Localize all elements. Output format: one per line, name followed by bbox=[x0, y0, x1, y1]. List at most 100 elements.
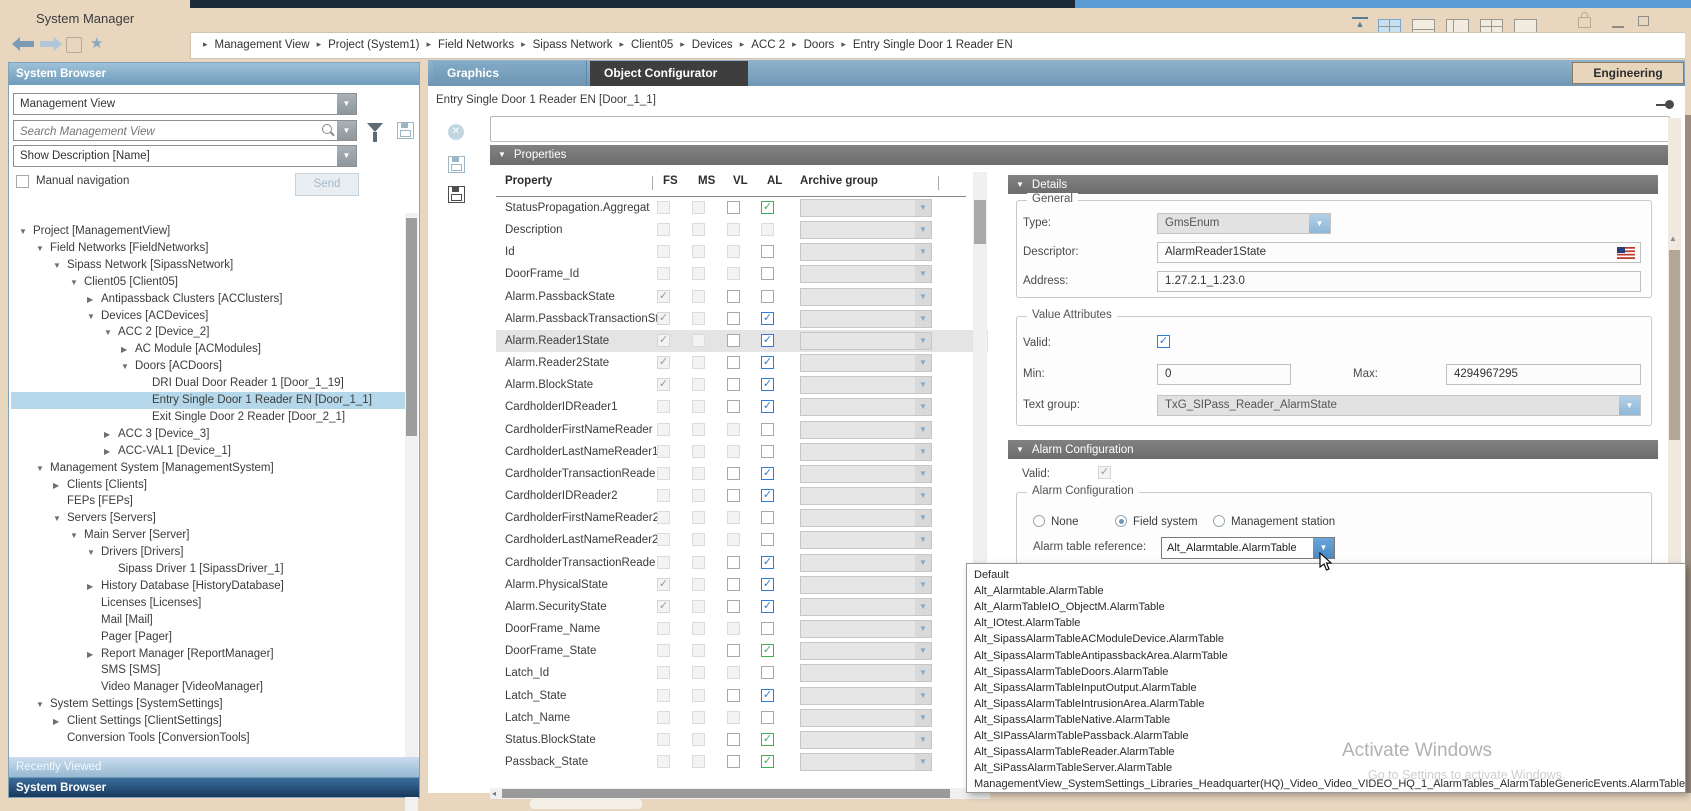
details-section-header[interactable]: ▼Details bbox=[1008, 175, 1658, 194]
history-icon[interactable] bbox=[66, 37, 82, 53]
dropdown-option[interactable]: Alt_IOtest.AlarmTable bbox=[967, 615, 1686, 631]
vl-checkbox[interactable] bbox=[727, 290, 740, 303]
breadcrumb-item[interactable]: Devices bbox=[692, 39, 733, 51]
dropdown-option[interactable]: Alt_AlarmTableIO_ObjectM.AlarmTable bbox=[967, 599, 1686, 615]
archive-group-combo[interactable]: ▼ bbox=[800, 598, 932, 616]
chevron-down-icon[interactable]: ▼ bbox=[337, 94, 356, 114]
archive-group-combo[interactable]: ▼ bbox=[800, 243, 932, 261]
chevron-down-icon[interactable]: ▼ bbox=[915, 444, 931, 460]
collapse-triangle-icon[interactable]: ▼ bbox=[104, 324, 118, 341]
dropdown-option[interactable]: Alt_SiPassAlarmTableServer.AlarmTable bbox=[967, 760, 1686, 776]
breadcrumb-item[interactable]: Client05 bbox=[631, 39, 673, 51]
tree-item[interactable]: ▶ACC-VAL1 [Device_1] bbox=[11, 443, 405, 460]
property-row[interactable]: Alarm.BlockState✓✓▼ bbox=[496, 374, 988, 396]
chevron-down-icon[interactable]: ▼ bbox=[915, 555, 931, 571]
chevron-down-icon[interactable]: ▼ bbox=[915, 710, 931, 726]
collapse-triangle-icon[interactable]: ▼ bbox=[70, 527, 84, 544]
expand-triangle-icon[interactable]: ▶ bbox=[104, 426, 118, 443]
max-input[interactable]: 4294967295 bbox=[1446, 364, 1641, 385]
breadcrumb-item[interactable]: Doors bbox=[804, 39, 835, 51]
property-row[interactable]: Alarm.Reader2State✓✓▼ bbox=[496, 352, 988, 374]
filter-toolbar[interactable] bbox=[490, 116, 1670, 142]
archive-group-combo[interactable]: ▼ bbox=[800, 221, 932, 239]
fs-checkbox[interactable]: ✓ bbox=[657, 312, 670, 325]
chevron-down-icon[interactable]: ▼ bbox=[915, 311, 931, 327]
expand-triangle-icon[interactable]: ▶ bbox=[53, 713, 67, 730]
alarm-configuration-section-header[interactable]: ▼Alarm Configuration bbox=[1008, 440, 1658, 459]
vl-checkbox[interactable] bbox=[727, 378, 740, 391]
archive-group-combo[interactable]: ▼ bbox=[800, 731, 932, 749]
chevron-down-icon[interactable]: ▼ bbox=[915, 266, 931, 282]
collapse-triangle-icon[interactable]: ▼ bbox=[70, 274, 84, 291]
property-row[interactable]: Passback_State✓▼ bbox=[496, 751, 988, 773]
vl-checkbox[interactable] bbox=[727, 755, 740, 768]
property-row[interactable]: DoorFrame_Name▼ bbox=[496, 618, 988, 640]
tree-item[interactable]: ▼Sipass Network [SipassNetwork] bbox=[11, 257, 405, 274]
alarm-table-reference-combo[interactable]: Alt_Alarmtable.AlarmTable ▼ bbox=[1161, 537, 1335, 559]
expand-triangle-icon[interactable]: ▶ bbox=[87, 291, 101, 308]
dropdown-option[interactable]: Alt_SipassAlarmTableNative.AlarmTable bbox=[967, 712, 1686, 728]
dropdown-option[interactable]: Alt_SIPassAlarmTablePassback.AlarmTable bbox=[967, 728, 1686, 744]
chevron-down-icon[interactable]: ▼ bbox=[1619, 396, 1640, 415]
property-row[interactable]: CardholderTransactionReade✓▼ bbox=[496, 552, 988, 574]
tree-item[interactable]: ▼Devices [ACDevices] bbox=[11, 308, 405, 325]
radio-button-icon[interactable] bbox=[1213, 515, 1225, 527]
tree-item[interactable]: ▼Management System [ManagementSystem] bbox=[11, 460, 405, 477]
fs-checkbox[interactable]: ✓ bbox=[657, 378, 670, 391]
archive-group-combo[interactable]: ▼ bbox=[800, 332, 932, 350]
chevron-down-icon[interactable]: ▼ bbox=[915, 222, 931, 238]
tree-item[interactable]: ▼Client05 [Client05] bbox=[11, 274, 405, 291]
vl-checkbox[interactable] bbox=[727, 556, 740, 569]
tree-item[interactable]: ▼Project [ManagementView] bbox=[11, 223, 405, 240]
al-checkbox[interactable]: ✓ bbox=[761, 334, 774, 347]
radio-none[interactable]: None bbox=[1033, 515, 1079, 528]
tree-item[interactable]: Mail [Mail] bbox=[11, 612, 405, 629]
alarm-valid-checkbox[interactable]: ✓ bbox=[1098, 466, 1111, 479]
property-row[interactable]: Alarm.PassbackTransactionSt✓✓▼ bbox=[496, 308, 988, 330]
property-row[interactable]: Alarm.PhysicalState✓✓▼ bbox=[496, 574, 988, 596]
property-row[interactable]: CardholderLastNameReader2▼ bbox=[496, 529, 988, 551]
al-checkbox[interactable]: ✓ bbox=[761, 600, 774, 613]
send-button[interactable]: Send bbox=[295, 173, 359, 196]
vl-checkbox[interactable] bbox=[727, 334, 740, 347]
dropdown-option[interactable]: Alt_Alarmtable.AlarmTable bbox=[967, 583, 1686, 599]
fs-checkbox[interactable]: ✓ bbox=[657, 600, 670, 613]
dropdown-option[interactable]: ManagementView_SystemSettings_Libraries_… bbox=[967, 776, 1686, 792]
col-fs[interactable]: FS bbox=[663, 175, 678, 187]
vl-checkbox[interactable] bbox=[727, 312, 740, 325]
dropdown-option[interactable]: Alt_SipassAlarmTableDoors.AlarmTable bbox=[967, 664, 1686, 680]
chevron-down-icon[interactable]: ▼ bbox=[915, 200, 931, 216]
al-checkbox[interactable]: ✓ bbox=[761, 689, 774, 702]
vl-checkbox[interactable] bbox=[727, 400, 740, 413]
vl-checkbox[interactable] bbox=[727, 689, 740, 702]
tree-item[interactable]: ▶AC Module [ACModules] bbox=[11, 341, 405, 358]
vl-checkbox[interactable] bbox=[727, 578, 740, 591]
expand-triangle-icon[interactable]: ▶ bbox=[104, 443, 118, 460]
breadcrumb-item[interactable]: Sipass Network bbox=[533, 39, 613, 51]
archive-group-combo[interactable]: ▼ bbox=[800, 465, 932, 483]
vl-checkbox[interactable] bbox=[727, 201, 740, 214]
details-scrollbar-thumb[interactable] bbox=[1669, 250, 1680, 440]
chevron-down-icon[interactable]: ▼ bbox=[915, 422, 931, 438]
property-row[interactable]: Alarm.SecurityState✓✓▼ bbox=[496, 596, 988, 618]
col-ms[interactable]: MS bbox=[698, 175, 715, 187]
property-row[interactable]: CardholderFirstNameReader▼ bbox=[496, 419, 988, 441]
archive-group-combo[interactable]: ▼ bbox=[800, 421, 932, 439]
breadcrumb-item[interactable]: Project (System1) bbox=[328, 39, 419, 51]
breadcrumb-item[interactable]: Field Networks bbox=[438, 39, 514, 51]
collapse-triangle-icon[interactable]: ▼ bbox=[53, 510, 67, 527]
chevron-down-icon[interactable]: ▼ bbox=[915, 355, 931, 371]
manual-navigation-checkbox[interactable] bbox=[16, 175, 29, 188]
col-archive-group[interactable]: Archive group bbox=[800, 175, 878, 187]
tree-item[interactable]: Video Manager [VideoManager] bbox=[11, 679, 405, 696]
tree-item[interactable]: ▶Client Settings [ClientSettings] bbox=[11, 713, 405, 730]
property-row[interactable]: CardholderIDReader2✓▼ bbox=[496, 485, 988, 507]
al-checkbox[interactable] bbox=[761, 267, 774, 280]
chevron-down-icon[interactable]: ▼ bbox=[915, 665, 931, 681]
chevron-down-icon[interactable]: ▼ bbox=[915, 754, 931, 770]
tree-scrollbar-thumb[interactable] bbox=[406, 218, 417, 436]
property-row[interactable]: Status.BlockState✓▼ bbox=[496, 729, 988, 751]
property-row[interactable]: Alarm.PassbackState✓▼ bbox=[496, 286, 988, 308]
al-checkbox[interactable] bbox=[761, 711, 774, 724]
radio-button-icon[interactable] bbox=[1033, 515, 1045, 527]
